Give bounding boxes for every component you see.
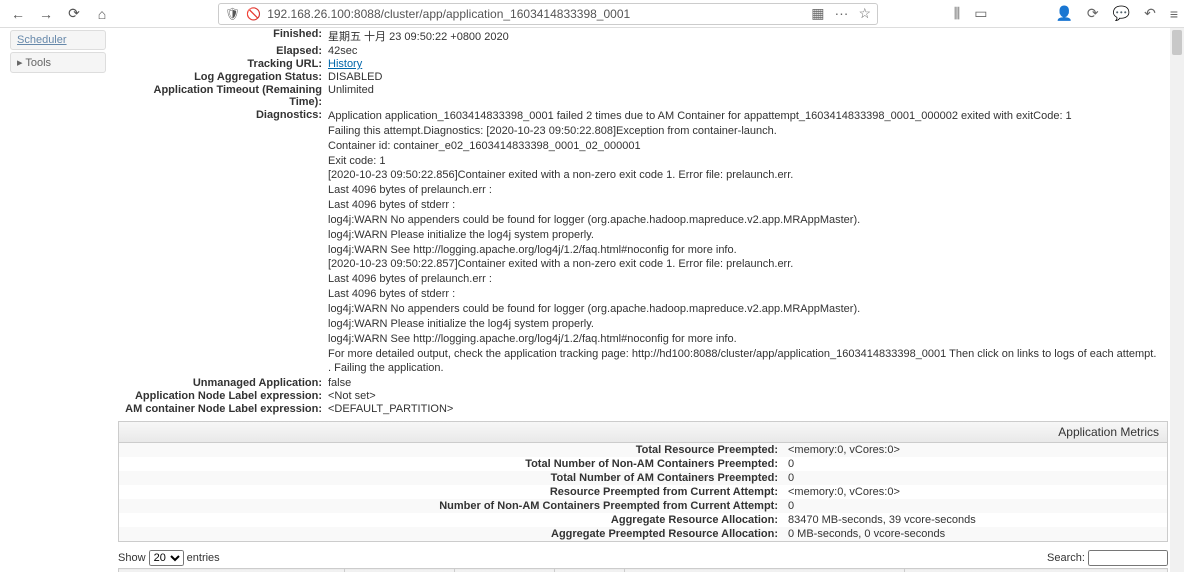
metric-value: 0 (784, 500, 1167, 512)
back-button[interactable]: ← (6, 2, 30, 26)
sidebar-item-tools[interactable]: ▸ Tools (10, 52, 106, 73)
forward-button[interactable]: → (34, 2, 58, 26)
search-input[interactable] (1088, 550, 1168, 566)
url-text: 192.168.26.100:8088/cluster/app/applicat… (267, 7, 805, 21)
attempts-table: Attempt ID▴▾Started▴▾Node▴▾Logs▴▾Nodes b… (118, 568, 1168, 572)
metric-value: 0 (784, 458, 1167, 470)
undo-icon[interactable]: ↶ (1144, 5, 1156, 22)
page-actions-icon[interactable]: ··· (834, 5, 848, 22)
metric-value: <memory:0, vCores:0> (784, 444, 1167, 456)
diagnostics-value: Application application_1603414833398_00… (328, 109, 1168, 376)
metric-label: Aggregate Preempted Resource Allocation: (119, 528, 784, 540)
metric-label: Resource Preempted from Current Attempt: (119, 486, 784, 498)
vertical-scrollbar[interactable] (1170, 28, 1184, 572)
entries-label: entries (187, 552, 220, 564)
amlabel-label: AM container Node Label expression: (118, 403, 328, 415)
url-bar[interactable]: 🛡 🚫 192.168.26.100:8088/cluster/app/appl… (218, 3, 878, 25)
qr-icon[interactable]: ▦ (811, 5, 824, 22)
search-label: Search: (1047, 552, 1085, 564)
metrics-header[interactable]: Application Metrics (118, 421, 1168, 443)
sync-icon[interactable]: ⟳ (1087, 5, 1099, 22)
main-content: Finished:星期五 十月 23 09:50:22 +0800 2020 E… (118, 28, 1168, 572)
elapsed-label: Elapsed: (118, 45, 328, 57)
reload-button[interactable]: ⟳ (62, 2, 86, 26)
show-label: Show (118, 552, 146, 564)
browser-toolbar: ← → ⟳ ⌂ 🛡 🚫 192.168.26.100:8088/cluster/… (0, 0, 1184, 28)
metric-label: Total Resource Preempted: (119, 444, 784, 456)
diagnostics-label: Diagnostics: (118, 109, 328, 376)
metric-label: Total Number of AM Containers Preempted: (119, 472, 784, 484)
amlabel-value: <DEFAULT_PARTITION> (328, 403, 1168, 415)
shield-icon: 🛡 (225, 7, 240, 21)
datatable-top: Show 20 entries Search: (118, 550, 1168, 566)
account-icon[interactable]: 👤 (1055, 5, 1072, 22)
tracking-label: Tracking URL: (118, 58, 328, 70)
metric-value: 0 (784, 472, 1167, 484)
logagg-value: DISABLED (328, 71, 1168, 83)
elapsed-value: 42sec (328, 45, 1168, 57)
bookmark-star-icon[interactable]: ☆ (858, 5, 871, 22)
library-icon[interactable]: ⫼ (954, 5, 960, 22)
tracking-link[interactable]: History (328, 58, 362, 70)
timeout-value: Unlimited (328, 84, 1168, 108)
unmanaged-label: Unmanaged Application: (118, 377, 328, 389)
metric-label: Total Number of Non-AM Containers Preemp… (119, 458, 784, 470)
finished-value: 星期五 十月 23 09:50:22 +0800 2020 (328, 28, 1168, 44)
metric-value: 0 MB-seconds, 0 vcore-seconds (784, 528, 1167, 540)
metrics-body: Total Resource Preempted:<memory:0, vCor… (118, 443, 1168, 542)
menu-icon[interactable]: ≡ (1170, 6, 1178, 22)
sidebar-item-scheduler[interactable]: Scheduler (10, 30, 106, 50)
chat-icon[interactable]: 💬 (1113, 5, 1130, 22)
nodelabel-value: <Not set> (328, 390, 1168, 402)
metric-value: <memory:0, vCores:0> (784, 486, 1167, 498)
reader-icon[interactable]: ▭ (974, 5, 987, 22)
metric-value: 83470 MB-seconds, 39 vcore-seconds (784, 514, 1167, 526)
sidebar: Scheduler ▸ Tools (10, 30, 106, 75)
unmanaged-value: false (328, 377, 1168, 389)
block-icon: 🚫 (246, 7, 261, 21)
logagg-label: Log Aggregation Status: (118, 71, 328, 83)
page-size-select[interactable]: 20 (149, 550, 184, 566)
timeout-label: Application Timeout (Remaining Time): (118, 84, 328, 108)
nodelabel-label: Application Node Label expression: (118, 390, 328, 402)
finished-label: Finished: (118, 28, 328, 44)
metric-label: Number of Non-AM Containers Preempted fr… (119, 500, 784, 512)
metric-label: Aggregate Resource Allocation: (119, 514, 784, 526)
home-button[interactable]: ⌂ (90, 2, 114, 26)
